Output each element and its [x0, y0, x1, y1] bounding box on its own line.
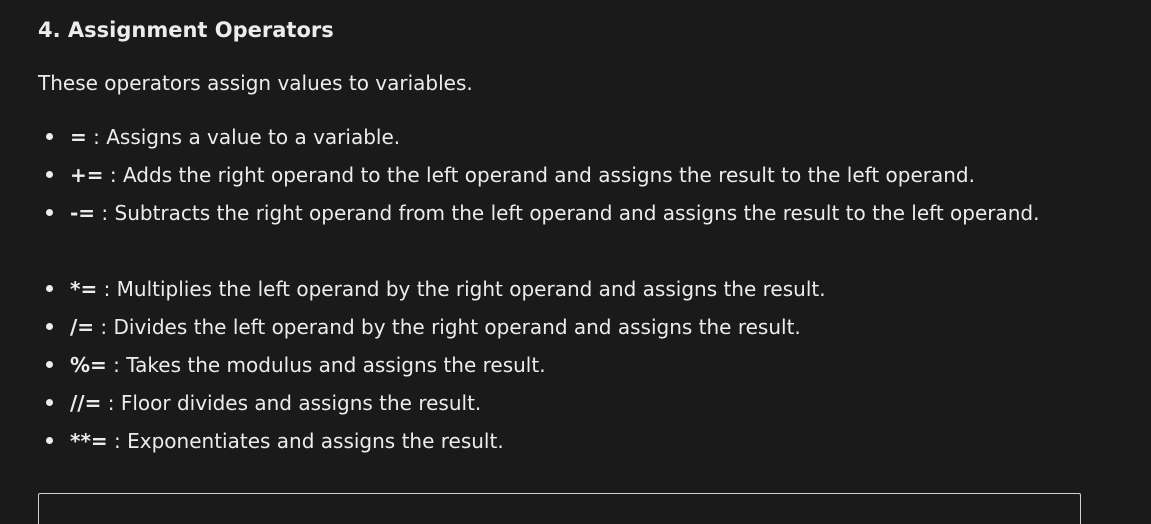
- operator-separator: :: [107, 429, 128, 453]
- operator-symbol: =: [70, 125, 87, 149]
- operator-symbol: **=: [70, 429, 108, 453]
- operator-list: = : Assigns a value to a variable. += : …: [38, 118, 1098, 460]
- list-item: = : Assigns a value to a variable.: [38, 118, 1098, 156]
- operator-symbol: +=: [70, 163, 104, 187]
- operator-description: Assigns a value to a variable.: [106, 125, 401, 149]
- operator-symbol: *=: [70, 277, 98, 301]
- operator-description: Exponentiates and assigns the result.: [127, 429, 504, 453]
- bullet-icon: [46, 323, 53, 330]
- bullet-icon: [46, 361, 53, 368]
- section-heading: 4. Assignment Operators: [38, 18, 334, 42]
- operator-separator: :: [106, 353, 127, 377]
- operator-description: Floor divides and assigns the result.: [120, 391, 482, 415]
- operator-symbol: -=: [70, 201, 96, 225]
- bullet-icon: [46, 133, 53, 140]
- operator-symbol: //=: [70, 391, 102, 415]
- operator-description: Adds the right operand to the left opera…: [122, 163, 975, 187]
- list-item: *= : Multiplies the left operand by the …: [38, 270, 1098, 308]
- bullet-icon: [46, 209, 53, 216]
- list-item: %= : Takes the modulus and assigns the r…: [38, 346, 1098, 384]
- operator-separator: :: [95, 201, 115, 225]
- operator-description: Subtracts the right operand from the lef…: [114, 201, 1040, 225]
- bullet-icon: [46, 437, 53, 444]
- operator-separator: :: [86, 125, 107, 149]
- operator-symbol: %=: [70, 353, 107, 377]
- operator-separator: :: [94, 315, 114, 339]
- list-item: -= : Subtracts the right operand from th…: [38, 194, 1060, 270]
- bullet-icon: [46, 285, 53, 292]
- operator-description: Multiplies the left operand by the right…: [116, 277, 826, 301]
- code-block[interactable]: [38, 493, 1081, 524]
- operator-symbol: /=: [70, 315, 95, 339]
- list-item: /= : Divides the left operand by the rig…: [38, 308, 1098, 346]
- document-content: 4. Assignment Operators These operators …: [38, 0, 1118, 524]
- bullet-icon: [46, 171, 53, 178]
- operator-separator: :: [103, 163, 123, 187]
- operator-separator: :: [97, 277, 117, 301]
- section-intro: These operators assign values to variabl…: [38, 71, 473, 95]
- list-item: += : Adds the right operand to the left …: [38, 156, 1098, 194]
- list-item: //= : Floor divides and assigns the resu…: [38, 384, 1098, 422]
- bullet-icon: [46, 399, 53, 406]
- operator-description: Takes the modulus and assigns the result…: [126, 353, 546, 377]
- list-item: **= : Exponentiates and assigns the resu…: [38, 422, 1098, 460]
- operator-description: Divides the left operand by the right op…: [113, 315, 801, 339]
- operator-separator: :: [101, 391, 121, 415]
